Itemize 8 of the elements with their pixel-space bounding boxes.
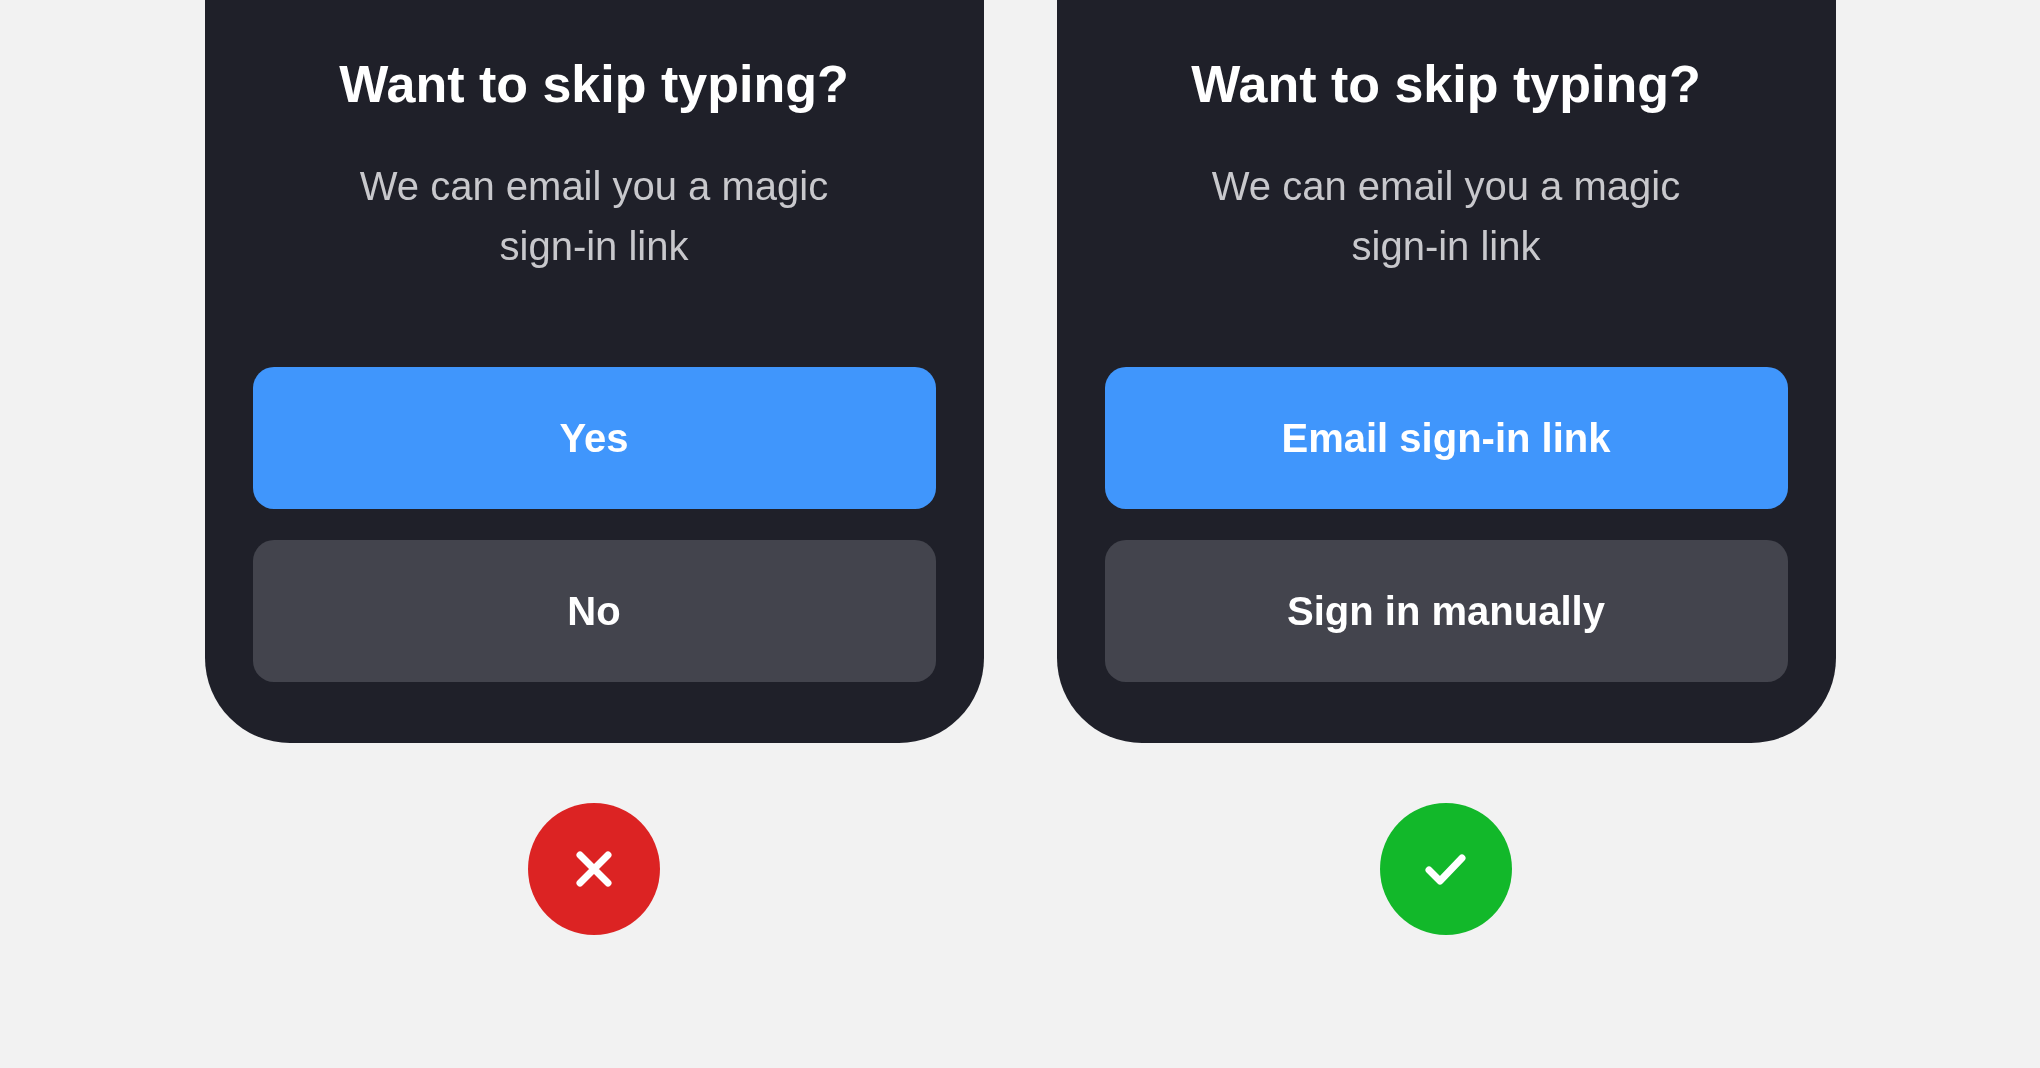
dialog-title: Want to skip typing? [339,58,849,111]
secondary-button[interactable]: No [252,540,936,682]
secondary-button[interactable]: Sign in manually [1104,540,1788,682]
checkmark-icon [1380,803,1512,935]
dialog-message: We can email you a magic sign-in link [1210,163,1682,270]
cross-icon [528,803,660,935]
dialog-title: Want to skip typing? [1191,58,1701,111]
dialog-message: We can email you a magic sign-in link [358,163,830,270]
